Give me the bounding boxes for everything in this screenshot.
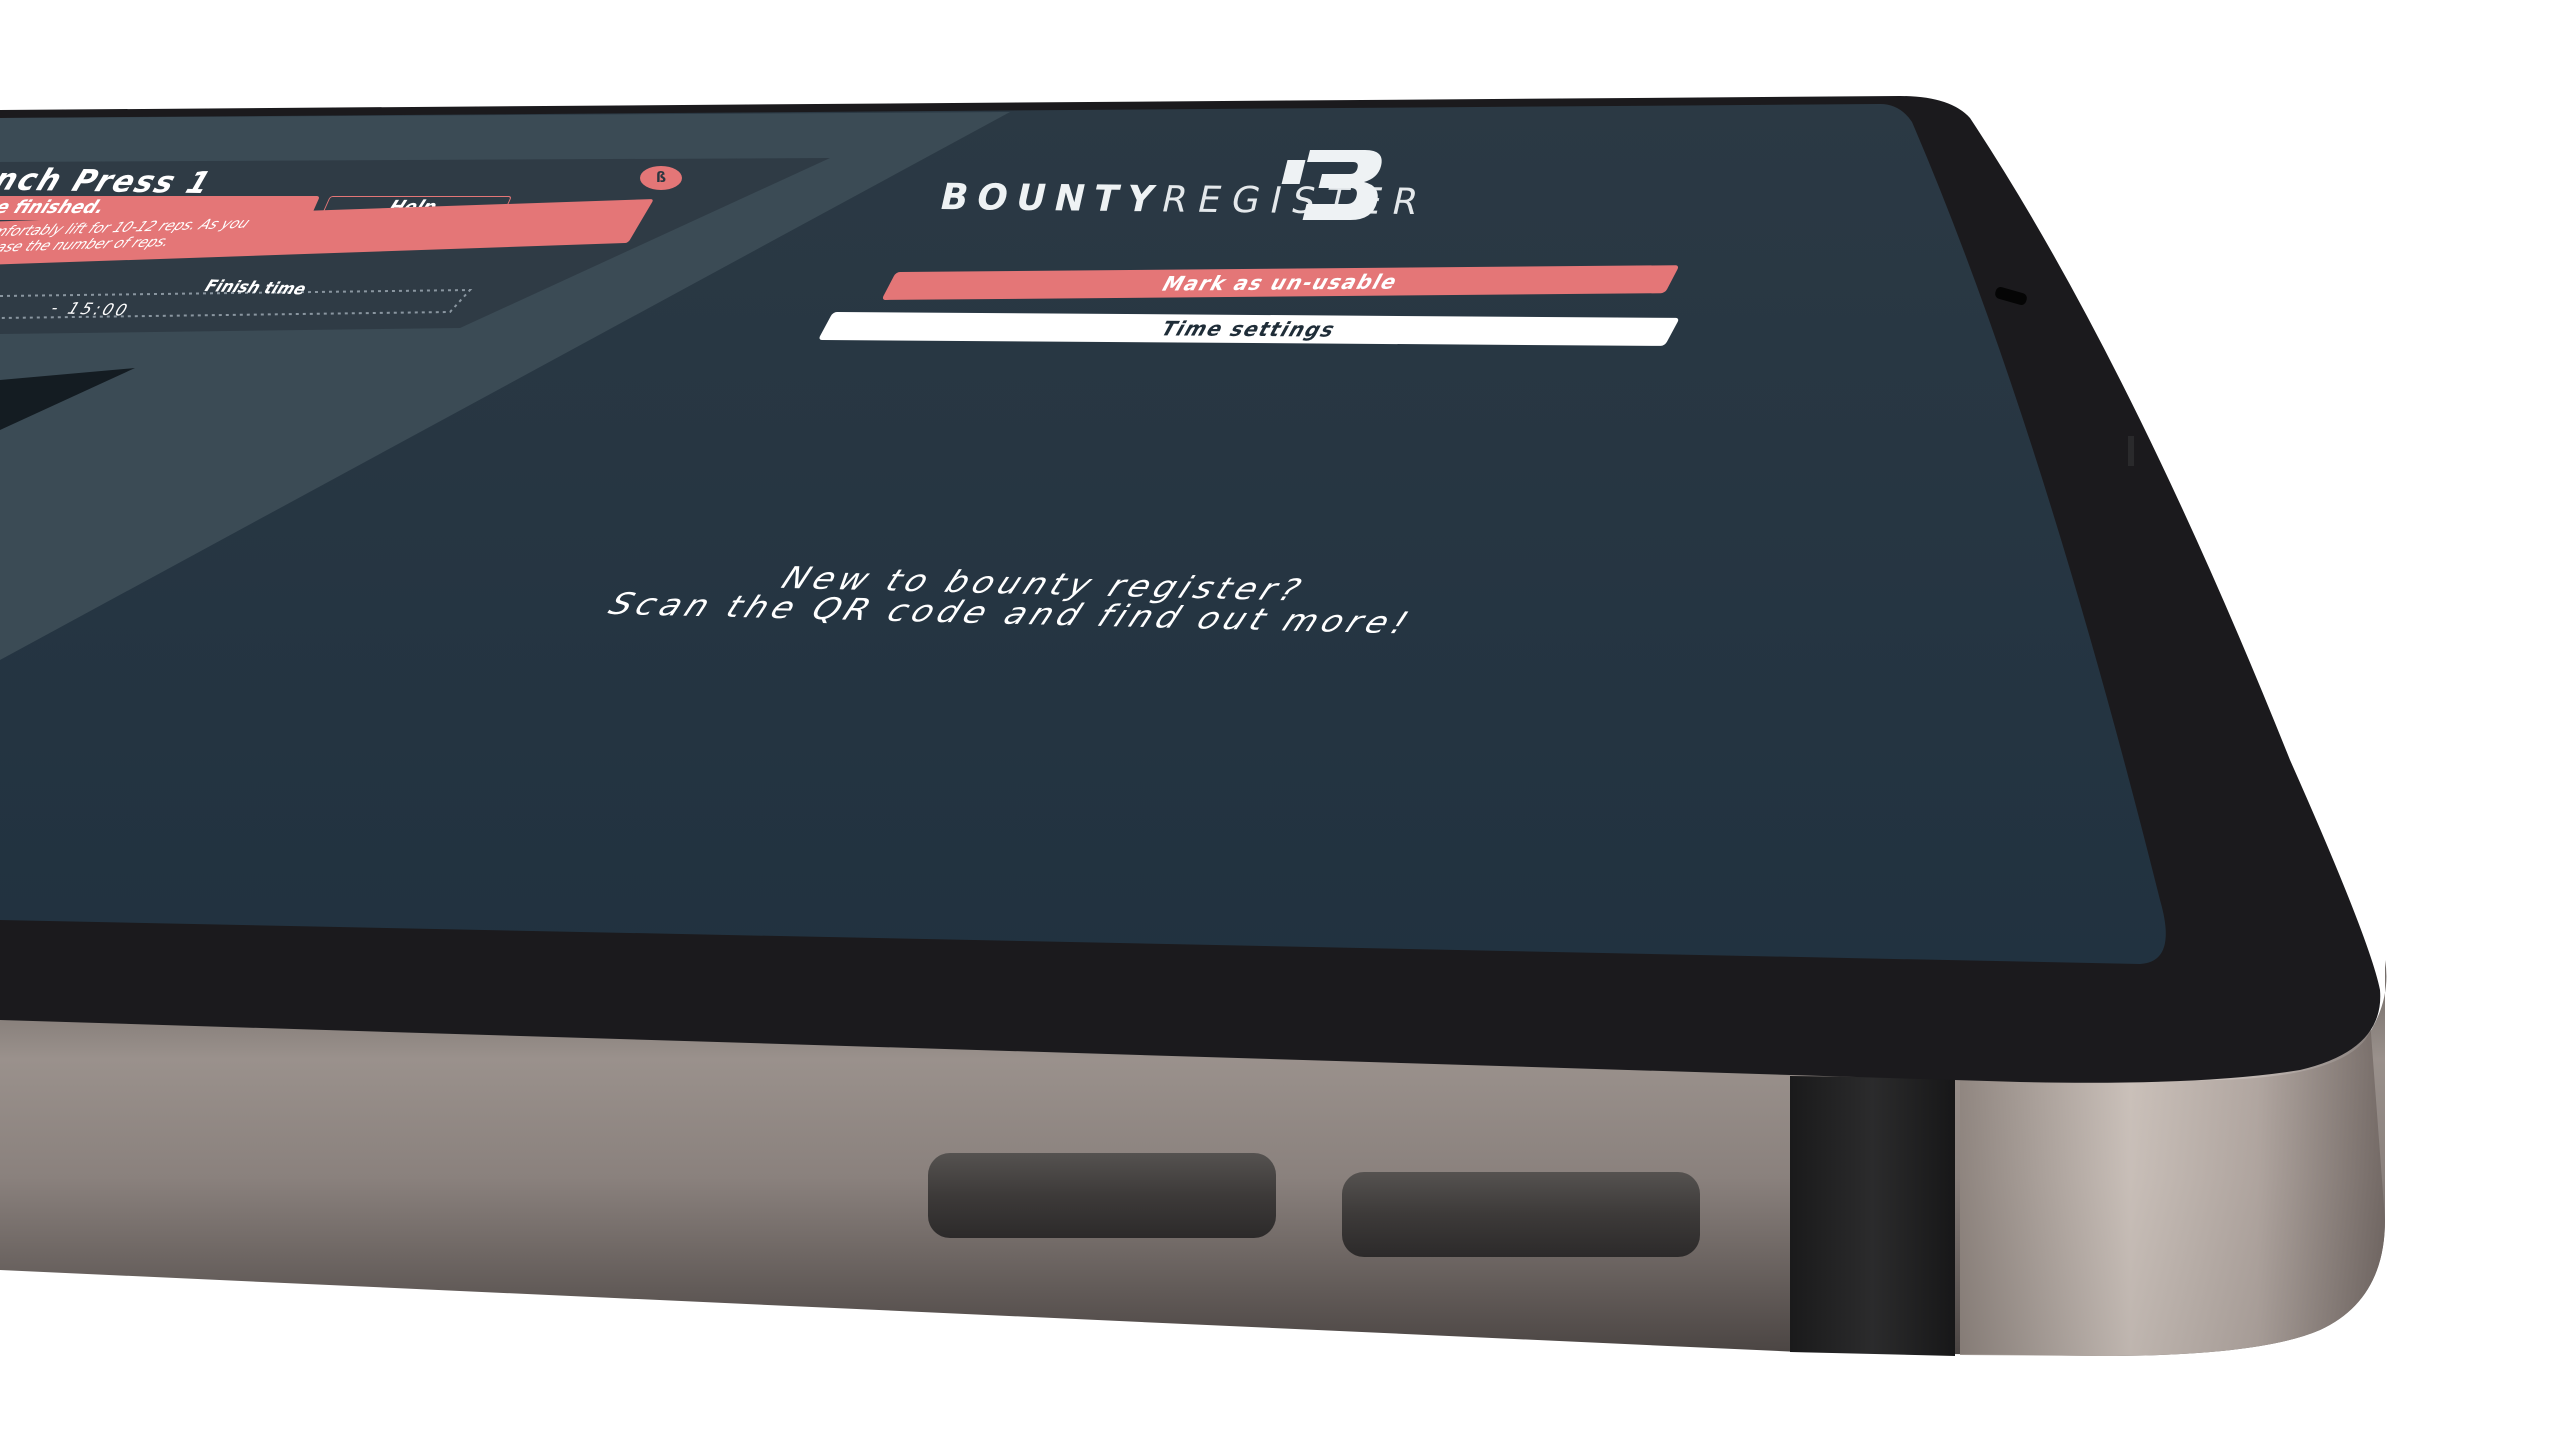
product-render-scene: BOUNTYREGISTER Mark as un-usable Time se…: [0, 0, 2560, 1440]
antenna-band: [1790, 1076, 1955, 1356]
tablet-device: [0, 96, 2387, 1356]
side-notch: [2128, 436, 2134, 466]
volume-down-button[interactable]: [1342, 1172, 1700, 1257]
volume-up-button[interactable]: [928, 1153, 1276, 1238]
